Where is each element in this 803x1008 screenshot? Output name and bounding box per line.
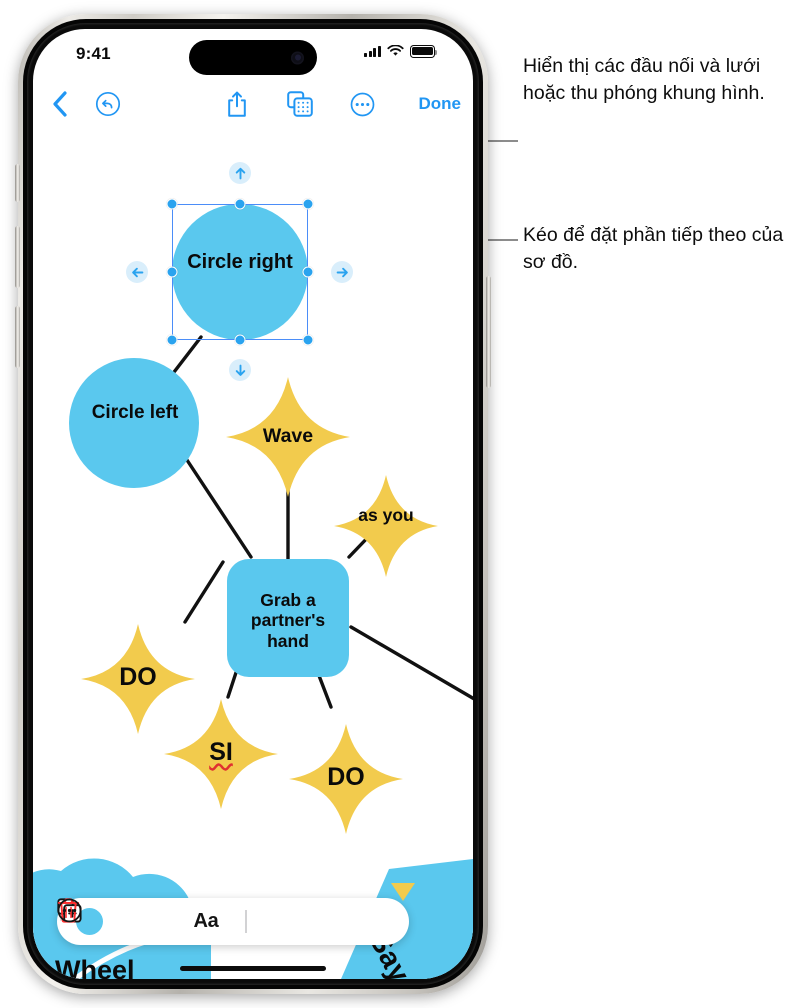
wifi-icon	[387, 45, 404, 56]
more-options-button[interactable]	[57, 898, 417, 945]
selection-handle-top-center[interactable]	[234, 198, 246, 210]
more-circle-icon	[57, 898, 82, 923]
home-indicator[interactable]	[180, 965, 326, 971]
diagram-canvas[interactable]: Circle right Circle left Wave as you Gra…	[33, 127, 473, 979]
format-toolbar[interactable]: Aa	[57, 898, 409, 945]
callout-drag-next-part: Kéo để đặt phần tiếp theo của sơ đồ.	[523, 224, 784, 273]
undo-button[interactable]	[91, 81, 125, 127]
stroke-none-button[interactable]	[59, 898, 177, 945]
selection-bounding-box	[172, 204, 308, 340]
volume-up-button[interactable]	[15, 226, 20, 288]
add-shape-left-button[interactable]	[126, 261, 148, 283]
star-do-left-shape	[81, 624, 195, 734]
circle-left-shape	[69, 358, 199, 488]
selection-handle-bottom-center[interactable]	[234, 334, 246, 346]
action-button[interactable]	[15, 164, 20, 202]
star-si-shape	[164, 699, 278, 809]
status-bar: 9:41	[33, 29, 473, 81]
selection-handle-top-left[interactable]	[166, 198, 178, 210]
box-grab-partners-hand-shape	[227, 559, 349, 677]
navigation-toolbar: Done	[33, 81, 473, 127]
selection-handle-middle-right[interactable]	[302, 266, 314, 278]
star-wave-shape	[226, 377, 350, 497]
front-camera-icon	[291, 51, 304, 64]
done-button[interactable]: Done	[419, 81, 462, 127]
power-button[interactable]	[486, 276, 491, 388]
toolbar-divider	[235, 898, 257, 945]
selection-handle-middle-left[interactable]	[166, 266, 178, 278]
add-shape-up-button[interactable]	[229, 162, 251, 184]
selection-handle-bottom-left[interactable]	[166, 334, 178, 346]
dynamic-island	[189, 40, 317, 75]
back-button[interactable]	[43, 81, 77, 127]
status-bar-time: 9:41	[76, 44, 111, 63]
iphone-device-frame: 9:41 Done Circle right Circle left Wave …	[15, 14, 491, 994]
text-style-button[interactable]: Aa	[177, 898, 235, 945]
add-shape-down-button[interactable]	[229, 359, 251, 381]
share-button[interactable]	[220, 81, 254, 127]
status-bar-indicators	[364, 45, 438, 58]
more-options-button[interactable]	[345, 81, 379, 127]
add-shape-right-button[interactable]	[331, 261, 353, 283]
signal-bars-icon	[364, 45, 381, 57]
star-as-you-shape	[334, 475, 438, 577]
selection-handle-bottom-right[interactable]	[302, 334, 314, 346]
duplicate-button[interactable]	[57, 898, 311, 945]
selection-handle-top-right[interactable]	[302, 198, 314, 210]
device-screen: 9:41 Done Circle right Circle left Wave …	[33, 29, 473, 979]
volume-down-button[interactable]	[15, 306, 20, 368]
star-do-bottom-shape	[289, 724, 403, 834]
grid-view-button[interactable]	[283, 81, 317, 127]
battery-icon	[410, 45, 438, 58]
delete-button[interactable]	[57, 898, 363, 945]
callout-connectors-grid: Hiển thị các đầu nối và lưới hoặc thu ph…	[523, 55, 765, 104]
